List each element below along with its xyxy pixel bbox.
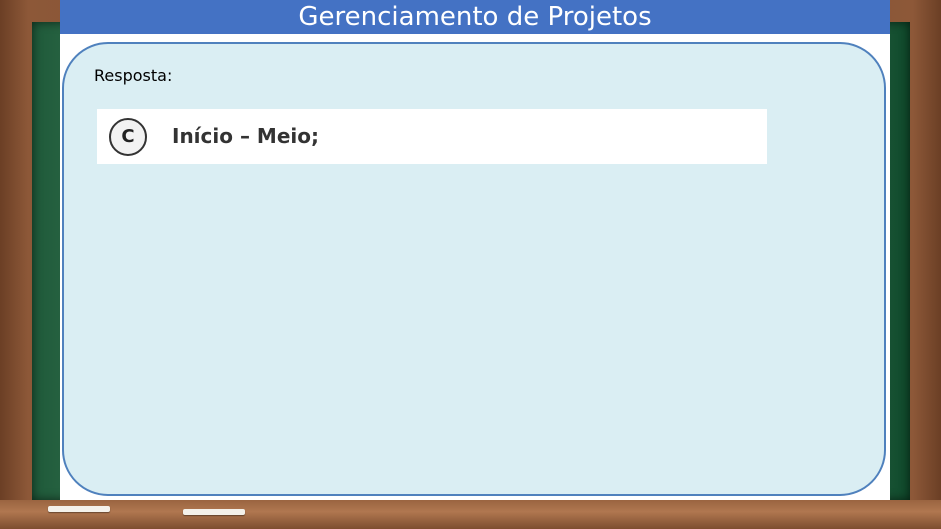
chalk-piece	[48, 506, 110, 512]
answer-label: Resposta:	[94, 66, 173, 85]
option-text: Início – Meio;	[172, 124, 319, 148]
slide-title: Gerenciamento de Projetos	[60, 0, 890, 34]
chalk-tray	[0, 500, 941, 529]
option-letter-badge: C	[109, 118, 147, 156]
chalk-piece	[183, 509, 245, 515]
answer-option: C Início – Meio;	[97, 109, 767, 164]
answer-panel: Resposta: C Início – Meio;	[62, 42, 886, 496]
slide: Gerenciamento de Projetos Resposta: C In…	[60, 0, 890, 500]
